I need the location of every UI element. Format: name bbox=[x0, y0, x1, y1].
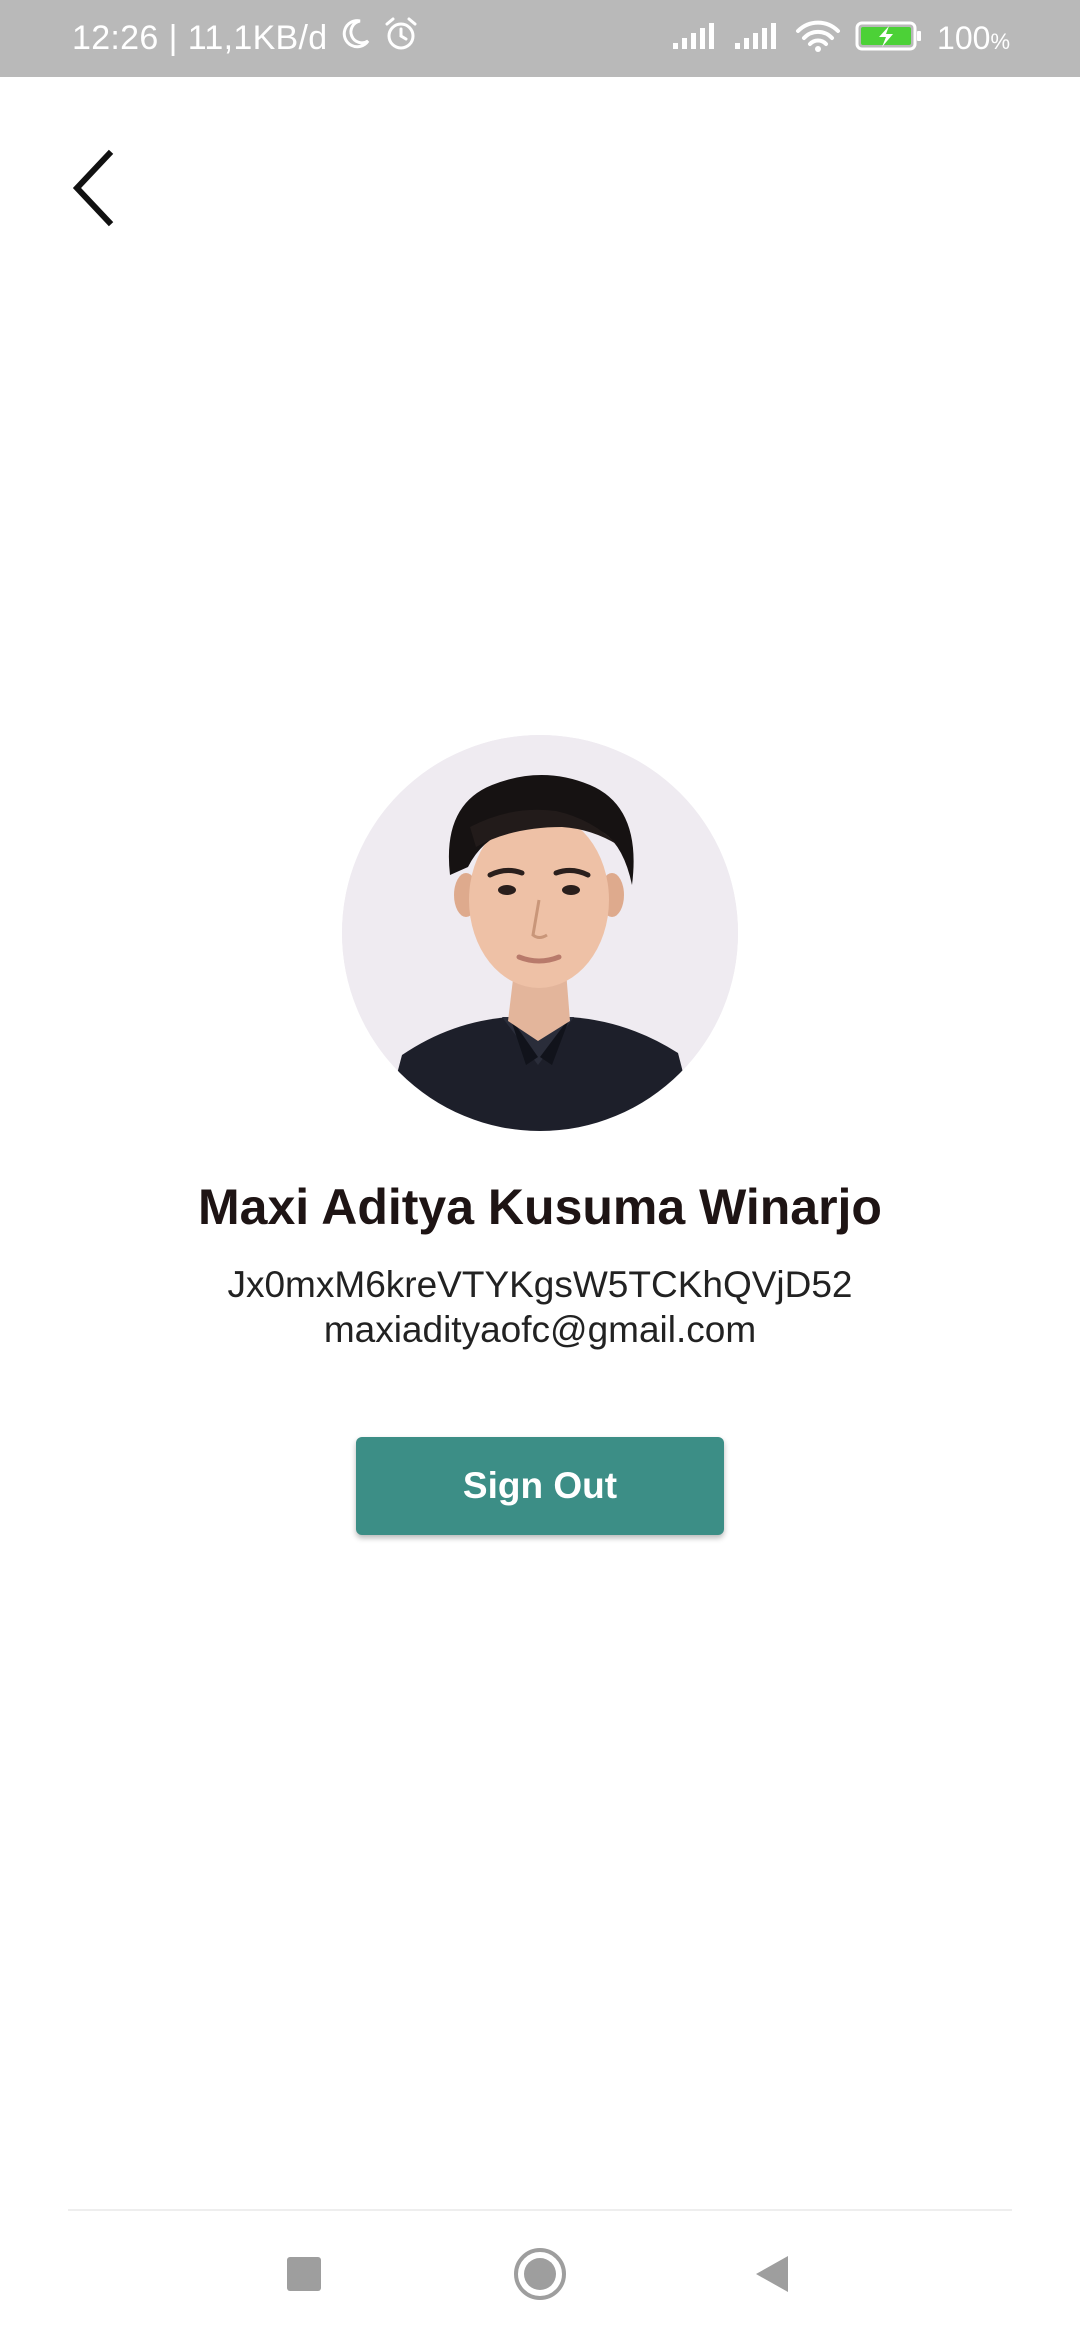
signal-icon bbox=[671, 21, 719, 56]
sign-out-button[interactable]: Sign Out bbox=[356, 1437, 724, 1535]
profile-email: maxiadityaofc@gmail.com bbox=[323, 1309, 757, 1350]
home-circle-icon bbox=[512, 2246, 568, 2307]
battery-percent: 100% bbox=[937, 20, 1010, 57]
signal-icon bbox=[733, 21, 781, 56]
recents-square-icon bbox=[284, 2254, 324, 2299]
status-right: 100% bbox=[671, 0, 1010, 77]
battery-charging-icon bbox=[855, 20, 923, 57]
battery-percent-value: 100 bbox=[937, 20, 991, 56]
battery-percent-unit: % bbox=[990, 29, 1010, 54]
nav-divider bbox=[68, 2209, 1012, 2211]
recents-button[interactable] bbox=[254, 2236, 354, 2316]
back-button[interactable] bbox=[52, 140, 132, 240]
profile-name: Maxi Aditya Kusuma Winarjo bbox=[198, 1179, 882, 1235]
nav-back-button[interactable] bbox=[722, 2236, 822, 2316]
alarm-icon bbox=[382, 15, 420, 62]
wifi-icon bbox=[795, 19, 841, 58]
moon-icon bbox=[338, 17, 372, 60]
status-left: 12:26 | 11,1KB/d bbox=[72, 0, 420, 77]
back-triangle-icon bbox=[752, 2252, 792, 2301]
home-button[interactable] bbox=[490, 2236, 590, 2316]
status-time: 12:26 bbox=[72, 19, 159, 57]
status-bar: 12:26 | 11,1KB/d 100% bbox=[0, 0, 1080, 77]
avatar bbox=[342, 735, 738, 1131]
profile-uid: Jx0mxM6kreVTYKgsW5TCKhQVjD52 bbox=[227, 1264, 853, 1305]
chevron-left-icon bbox=[67, 148, 117, 233]
status-separator: | bbox=[168, 19, 178, 57]
status-network-speed: 11,1KB/d bbox=[187, 19, 328, 57]
